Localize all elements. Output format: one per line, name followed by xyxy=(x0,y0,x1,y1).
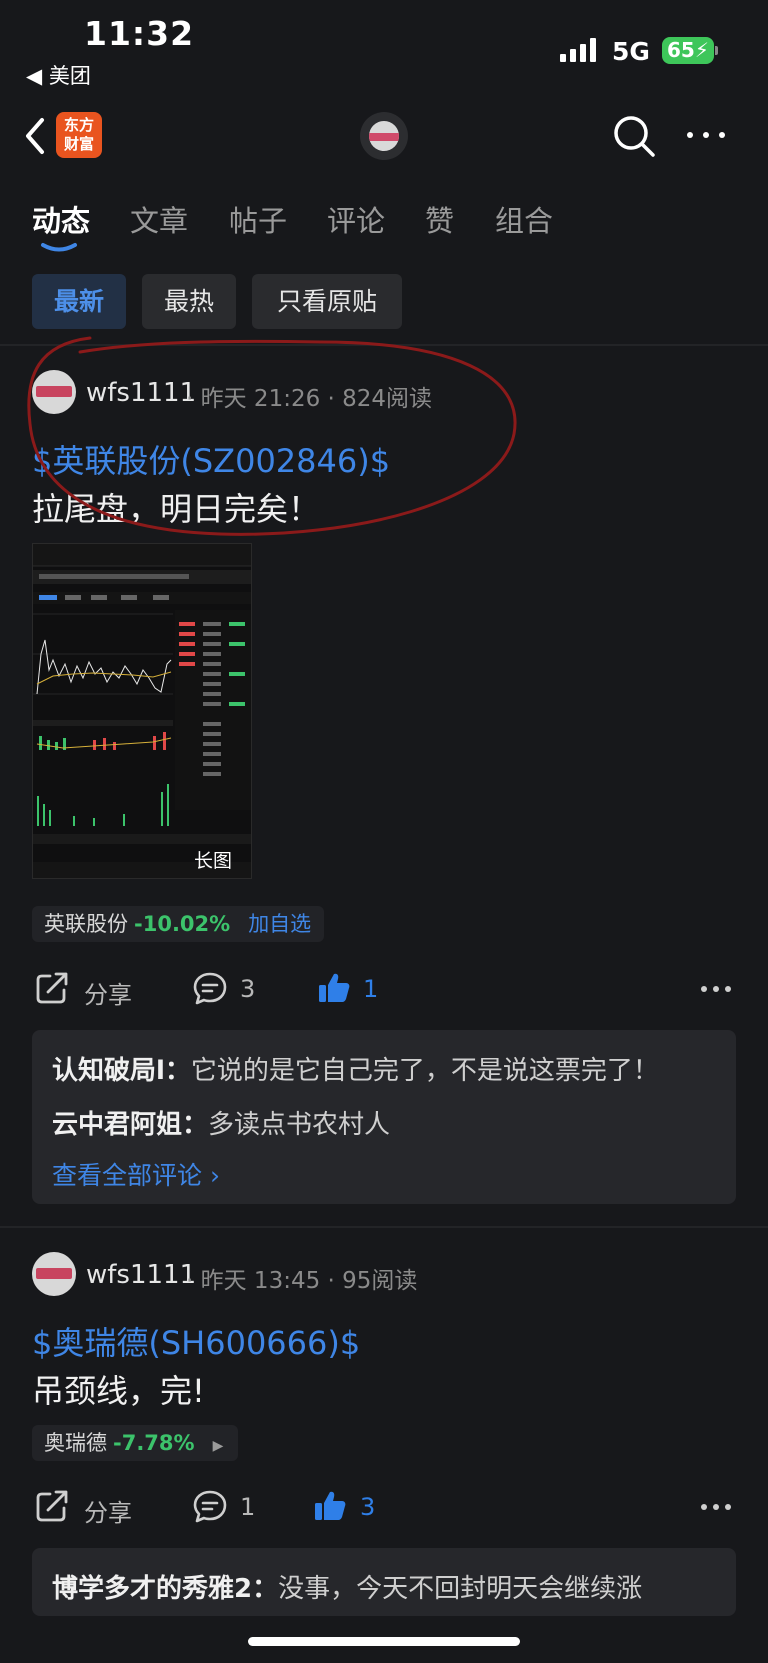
app-logo: 东方 财富 xyxy=(56,112,102,158)
post-time: · 昨天 13:45 · 95阅读 xyxy=(186,1268,418,1294)
tab-comments[interactable]: 评论 xyxy=(327,198,385,240)
stock-chip-change: -7.78% xyxy=(113,1431,195,1455)
chevron-right-icon: ▶ xyxy=(212,1438,224,1454)
profile-avatar[interactable] xyxy=(360,112,408,160)
post-image-thumbnail[interactable] xyxy=(32,543,252,879)
battery-level: 65 xyxy=(667,38,695,62)
long-image-label: 长图 xyxy=(194,850,233,872)
comment-item[interactable]: 认知破局l：它说的是它自己完了，不是说这票完了！ xyxy=(52,1050,659,1087)
signal-icon xyxy=(560,38,600,62)
like-count[interactable]: 1 xyxy=(363,975,378,1003)
logo-line-1: 东方 xyxy=(63,116,94,134)
share-label[interactable]: 分享 xyxy=(84,1493,132,1528)
stock-chip-name: 英联股份 xyxy=(44,912,128,936)
battery-icon: 65⚡ xyxy=(662,37,718,64)
post-author[interactable]: wfs1111 xyxy=(86,1260,196,1290)
share-label[interactable]: 分享 xyxy=(84,975,132,1010)
comment-item[interactable]: 云中君阿姐：多读点书农村人 xyxy=(52,1104,390,1141)
post-more-icon[interactable] xyxy=(700,1502,732,1512)
active-tab-indicator xyxy=(41,243,77,252)
comment-icon[interactable] xyxy=(192,970,228,1006)
logo-line-2: 财富 xyxy=(63,135,94,153)
stock-chip[interactable]: 英联股份 -10.02% 加自选 xyxy=(32,906,324,942)
tab-articles[interactable]: 文章 xyxy=(130,198,188,240)
post-avatar[interactable] xyxy=(32,1252,76,1296)
comment-count[interactable]: 3 xyxy=(240,975,255,1003)
comment-count[interactable]: 1 xyxy=(240,1493,255,1521)
hand-drawn-circle-annotation xyxy=(27,336,517,536)
network-label: 5G xyxy=(612,37,650,66)
stock-link[interactable]: $奥瑞德(SH600666)$ xyxy=(32,1318,360,1364)
post-text: 吊颈线，完! xyxy=(32,1372,205,1410)
add-watchlist-button[interactable]: 加自选 xyxy=(248,912,311,936)
home-indicator[interactable] xyxy=(248,1637,520,1646)
tab-dynamic[interactable]: 动态 xyxy=(32,198,90,240)
comment-icon[interactable] xyxy=(192,1488,228,1524)
view-all-comments-link[interactable]: 查看全部评论 › xyxy=(52,1156,220,1192)
filter-original-only[interactable]: 只看原贴 xyxy=(252,274,402,329)
comment-item[interactable]: 博学多才的秀雅2：没事，今天不回封明天会继续涨 xyxy=(52,1568,642,1605)
stock-chip-name: 奥瑞德 xyxy=(44,1431,107,1455)
search-icon[interactable] xyxy=(610,112,658,160)
post-more-icon[interactable] xyxy=(700,984,732,994)
tab-portfolio[interactable]: 组合 xyxy=(495,198,553,240)
like-thumb-icon[interactable] xyxy=(312,1488,348,1524)
more-options-icon[interactable] xyxy=(684,120,728,150)
filter-hot[interactable]: 最热 xyxy=(142,274,236,329)
filter-latest[interactable]: 最新 xyxy=(32,274,126,329)
tab-posts[interactable]: 帖子 xyxy=(229,198,287,240)
stock-chip-change: -10.02% xyxy=(134,912,231,936)
share-icon[interactable] xyxy=(34,970,70,1006)
like-count[interactable]: 3 xyxy=(360,1493,375,1521)
back-to-app-link[interactable]: ◀ 美团 xyxy=(26,60,91,90)
back-chevron-icon[interactable] xyxy=(18,112,58,160)
stock-chip[interactable]: 奥瑞德 -7.78% ▶ xyxy=(32,1425,238,1461)
tab-likes[interactable]: 赞 xyxy=(425,198,454,240)
share-icon[interactable] xyxy=(34,1488,70,1524)
like-thumb-icon[interactable] xyxy=(316,970,352,1006)
divider xyxy=(0,1226,768,1228)
status-time: 11:32 xyxy=(84,14,195,53)
